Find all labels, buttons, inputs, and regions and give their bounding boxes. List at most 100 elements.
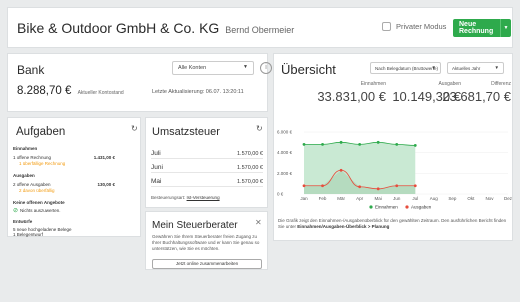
tasks-income-amount: 1.431,00 € [93,155,115,160]
vat-basis: Besteuerungsart: Ist-Versteuerung [151,195,220,200]
tasks-drafts-line-2[interactable]: 1 Belegentwurf [13,232,43,237]
y-tick-label: 2.000 € [277,171,293,176]
vat-month: Mai [151,178,162,185]
data-point [376,140,380,144]
collaborate-button[interactable]: Jetzt online zusammenarbeiten [152,259,262,269]
tax-advisor-card: Mein Steuerberater ✕ Gewähren Sie Ihrem … [145,211,268,270]
x-tick-label: Jan [300,196,308,201]
tasks-expense-amount: 130,00 € [97,182,115,187]
data-point [358,185,362,189]
overview-title: Übersicht [281,62,336,77]
tasks-income-line[interactable]: 1 offene Rechnung [13,155,51,160]
data-point [302,143,306,146]
y-tick-label: 6.000 € [277,130,293,135]
vat-title: Umsatzsteuer [152,126,220,138]
vat-row[interactable]: Mai 1.570,00 € [151,176,263,187]
header-bar: Bike & Outdoor GmbH & Co. KG Bernd Oberm… [7,7,513,48]
x-tick-label: Mär [337,196,345,201]
tasks-offers-title: Keine offenen Angebote [13,200,65,205]
vat-basis-link[interactable]: Ist-Versteuerung [187,195,220,200]
data-point [302,184,306,188]
bank-balance: 8.288,70 € Aktueller Kontostand [17,85,124,97]
legend-marker [405,205,409,209]
vat-card: Umsatzsteuer ↻ Juli 1.570,00 € Juni 1.57… [145,117,268,208]
bank-balance-label: Aktueller Kontostand [77,90,124,96]
y-tick-label: 4.000 € [277,150,293,155]
overview-note: Die Grafik zeigt den Einnahmen-/Ausgaben… [278,218,510,230]
chevron-down-icon: ▼ [243,64,248,70]
tasks-income-overdue-link[interactable]: 1 überfällige Rechnung [19,161,65,166]
data-point [321,143,324,146]
bank-balance-value: 8.288,70 € [17,85,72,97]
legend-label: Ausgaben [411,205,432,210]
kpi-difference-label: Differenz [491,81,511,87]
period-value: Aktuelles Jahr [452,66,481,71]
legend-marker [369,205,373,209]
tax-advisor-title: Mein Steuerberater [152,220,238,231]
company-title: Bike & Outdoor GmbH & Co. KG Bernd Oberm… [17,20,294,36]
tasks-income-title: Einnahmen [13,146,38,151]
vat-value: 1.570,00 € [237,165,263,171]
y-tick-label: 0 € [277,192,284,197]
x-tick-label: Apr [356,196,364,201]
chevron-down-icon: ▼ [494,65,499,70]
data-point [339,140,343,144]
new-invoice-button[interactable]: Neue Rechnung ▼ [453,19,511,37]
new-invoice-label: Neue Rechnung [459,21,494,35]
date-basis-select[interactable]: Nach Belegdatum (Bruttowerte) ▼ [370,62,441,74]
info-icon[interactable]: i [260,62,272,74]
vat-row[interactable]: Juni 1.570,00 € [151,162,263,173]
tasks-expense-title: Ausgaben [13,173,35,178]
tax-advisor-text: Gewähren Sie Ihrem Steuerberater freien … [152,234,260,251]
income-expense-chart: 6.000 € 4.000 € 2.000 € 0 € Jan Feb Mär Apr Mai J… [277,130,513,210]
tasks-card: Aufgaben ↻ Einnahmen 1 offene Rechnung 1… [7,117,141,237]
new-invoice-dropdown-icon[interactable]: ▼ [500,19,511,37]
tasks-title: Aufgaben [16,126,66,138]
close-icon[interactable]: ✕ [255,218,262,227]
data-point [376,187,380,191]
chevron-down-icon: ▼ [431,65,436,70]
overview-report-link[interactable]: Einnahmen/Ausgaben-Überblick > Planung [297,224,389,229]
private-mode-toggle[interactable]: Privater Modus [382,22,446,31]
data-point [339,168,343,172]
tasks-offers-line: Nichts auszuwerten. [20,208,61,213]
kpi-income-label: Einnahmen [360,81,386,87]
vat-basis-label: Besteuerungsart: [151,195,186,200]
period-select[interactable]: Aktuelles Jahr ▼ [447,62,504,74]
data-point [358,143,362,146]
vat-row[interactable]: Juli 1.570,00 € [151,148,263,159]
kpi-difference-value: 23.681,70 € [442,89,511,104]
vat-value: 1.570,00 € [237,151,263,157]
tasks-drafts-title: Entwürfe [13,219,33,224]
data-point [395,143,399,146]
bank-title: Bank [17,63,45,77]
tasks-expense-overdue-link[interactable]: 2 davon überfällig [19,188,55,193]
tasks-offers-status: ⊘ Nichts auszuwerten. [13,207,61,214]
account-select[interactable]: Alle Konten ▼ [172,61,254,75]
legend-label: Einnahmen [375,205,398,210]
last-update: Letzte Aktualisierung: 06.07. 13:20:11 [152,89,244,95]
bank-card: Bank Alle Konten ▼ i 8.288,70 € Aktuelle… [7,53,272,112]
overview-card: Übersicht Nach Belegdatum (Bruttowerte) … [273,53,513,241]
check-circle-icon: ⊘ [13,208,19,214]
tasks-expense-line[interactable]: 2 offene Ausgaben [13,182,50,187]
x-tick-label: Sep [448,196,457,201]
x-tick-label: Mai [375,196,382,201]
x-tick-label: Aug [430,196,439,201]
data-point [321,184,324,188]
vat-month: Juli [151,150,161,157]
data-point [413,184,417,188]
data-point [413,144,417,147]
data-point [395,184,399,188]
private-mode-checkbox[interactable] [382,22,391,31]
refresh-icon[interactable]: ↻ [256,124,263,133]
account-select-value: Alle Konten [178,65,207,71]
vat-month: Juni [151,164,163,171]
owner-name: Bernd Obermeier [225,25,295,35]
refresh-icon[interactable]: ↻ [131,124,138,133]
x-tick-label: Jul [412,196,418,201]
x-tick-label: Nov [485,196,494,201]
x-tick-label: Okt [467,196,475,201]
vat-value: 1.570,00 € [237,179,263,185]
x-tick-label: Jun [393,196,401,201]
